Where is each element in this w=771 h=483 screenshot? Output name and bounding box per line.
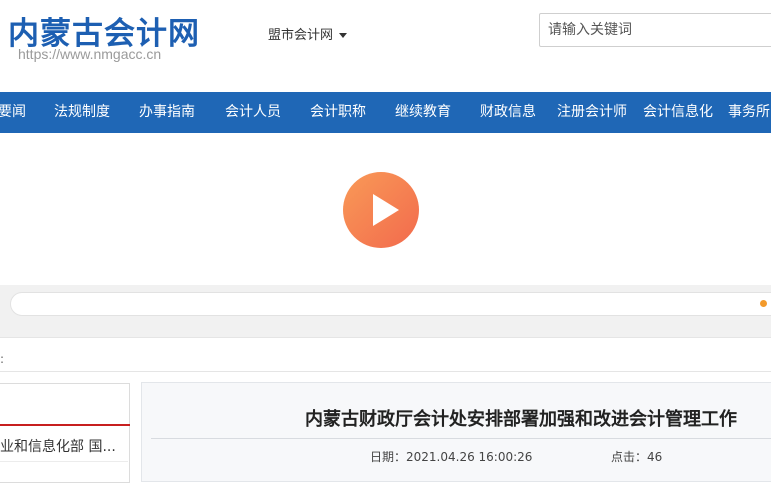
nav-item-education[interactable]: 继续教育 [395, 92, 451, 133]
nav-item-firms[interactable]: 事务所 [728, 92, 770, 133]
city-site-dropdown[interactable]: 盟市会计网 [268, 24, 348, 43]
main-nav: 要闻 法规制度 办事指南 会计人员 会计职称 继续教育 财政信息 注册会计师 会… [0, 92, 771, 133]
search-input[interactable] [539, 13, 771, 47]
nav-item-titles[interactable]: 会计职称 [310, 92, 366, 133]
nav-item-accountants[interactable]: 会计人员 [225, 92, 281, 133]
article-date: 日期：2021.04.26 16:00:26 [370, 450, 533, 464]
divider [0, 371, 771, 372]
play-icon[interactable] [343, 172, 419, 248]
sidebar-card-accent [0, 424, 130, 426]
nav-item-regulations[interactable]: 法规制度 [54, 92, 110, 133]
progress-bar[interactable] [10, 292, 771, 316]
sidebar-list-item[interactable]: 业和信息化部 国... [0, 436, 128, 456]
city-site-dropdown-label: 盟市会计网 [268, 28, 334, 43]
nav-item-guide[interactable]: 办事指南 [139, 92, 195, 133]
progress-handle[interactable] [760, 300, 767, 307]
article-views: 点击：46 [611, 450, 663, 464]
nav-item-informatization[interactable]: 会计信息化 [643, 92, 713, 133]
nav-item-news[interactable]: 要闻 [0, 92, 26, 133]
site-url: https://www.nmgacc.cn [18, 46, 162, 62]
nav-item-finance[interactable]: 财政信息 [480, 92, 536, 133]
divider [151, 438, 771, 439]
divider [0, 461, 128, 462]
breadcrumb: : [0, 352, 5, 366]
nav-item-cpa[interactable]: 注册会计师 [557, 92, 627, 133]
article-title: 内蒙古财政厅会计处安排部署加强和改进会计管理工作 [305, 409, 737, 430]
sidebar-card [0, 383, 130, 483]
chevron-down-icon [339, 33, 348, 38]
article-panel [141, 382, 771, 482]
divider [0, 337, 771, 338]
